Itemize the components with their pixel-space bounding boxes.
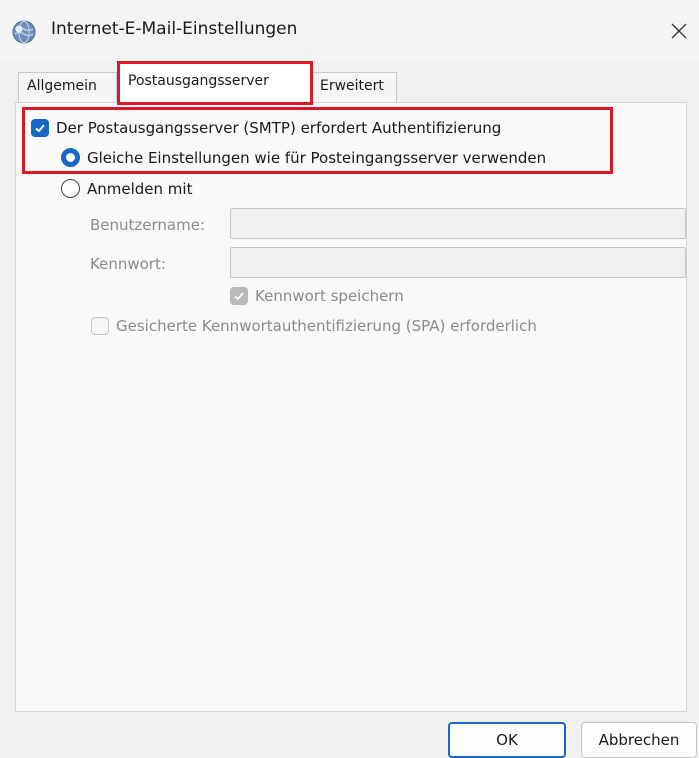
username-input[interactable]	[230, 208, 686, 239]
cancel-button[interactable]: Abbrechen	[581, 722, 697, 758]
login-with-label: Anmelden mit	[87, 179, 193, 198]
save-password-row[interactable]: Kennwort speichern	[230, 287, 404, 305]
checkmark-icon	[35, 124, 45, 133]
tab-panel: Der Postausgangsserver (SMTP) erfordert …	[15, 102, 687, 712]
smtp-auth-label: Der Postausgangsserver (SMTP) erfordert …	[56, 119, 502, 137]
username-label: Benutzername:	[90, 216, 206, 234]
spa-checkbox[interactable]	[91, 317, 109, 335]
checkmark-icon	[234, 292, 244, 301]
mail-globe-icon	[12, 20, 36, 44]
login-with-radio[interactable]	[61, 179, 80, 198]
password-label: Kennwort:	[90, 255, 166, 273]
password-input[interactable]	[230, 247, 686, 278]
close-icon	[671, 23, 687, 39]
spa-label: Gesicherte Kennwortauthentifizierung (SP…	[116, 317, 537, 335]
save-password-checkbox[interactable]	[230, 287, 248, 305]
login-with-row[interactable]: Anmelden mit	[61, 179, 192, 198]
tab-label: Allgemein	[27, 78, 97, 94]
window-title: Internet-E-Mail-Einstellungen	[51, 19, 298, 39]
title-bar: Internet-E-Mail-Einstellungen	[0, 0, 699, 62]
smtp-auth-row[interactable]: Der Postausgangsserver (SMTP) erfordert …	[31, 119, 501, 137]
tab-label: Postausgangsserver	[128, 73, 269, 89]
tab-label: Erweitert	[320, 78, 384, 94]
ok-button[interactable]: OK	[448, 722, 566, 758]
same-settings-label: Gleiche Einstellungen wie für Posteingan…	[87, 148, 547, 167]
tab-postausgangsserver[interactable]: Postausgangsserver	[117, 61, 313, 105]
close-button[interactable]	[662, 14, 696, 48]
tab-strip: Allgemein Postausgangsserver Erweitert	[18, 60, 688, 105]
save-password-label: Kennwort speichern	[255, 287, 404, 305]
tab-erweitert[interactable]: Erweitert	[311, 72, 397, 102]
same-settings-row[interactable]: Gleiche Einstellungen wie für Posteingan…	[61, 148, 546, 167]
spa-row[interactable]: Gesicherte Kennwortauthentifizierung (SP…	[91, 317, 537, 335]
smtp-auth-checkbox[interactable]	[31, 119, 49, 137]
tab-allgemein[interactable]: Allgemein	[18, 72, 117, 102]
same-settings-radio[interactable]	[61, 148, 80, 167]
